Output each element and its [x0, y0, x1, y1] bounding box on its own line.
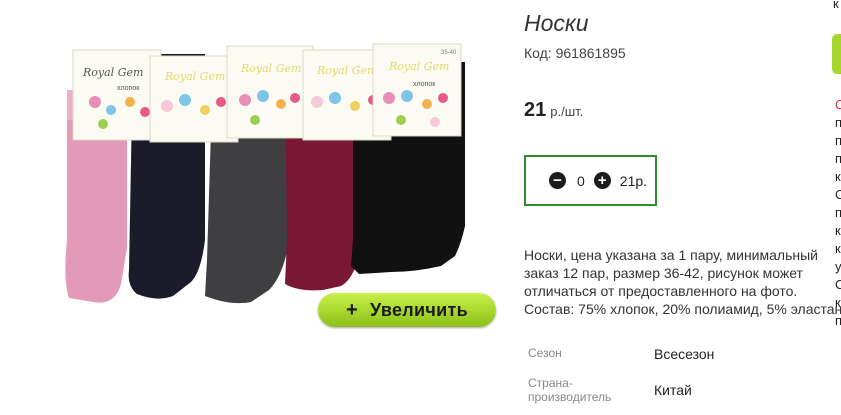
svg-text:Royal Gem: Royal Gem [240, 62, 301, 75]
svg-text:Royal Gem: Royal Gem [316, 64, 377, 77]
zoom-button[interactable]: + Увеличить [318, 293, 496, 327]
price-unit: р./шт. [550, 104, 584, 119]
product-image[interactable]: Royal Gem хлопок Royal Gem Royal Gem Roy… [55, 40, 485, 315]
plus-circle-icon[interactable]: + [593, 172, 611, 189]
attribute-row: Сезон Всесезон [524, 342, 714, 376]
attribute-value: Всесезон [654, 346, 715, 362]
product-code: Код: 961861895 [524, 45, 626, 61]
svg-text:35-40: 35-40 [441, 50, 457, 56]
quantity-sum: 21р. [619, 172, 648, 189]
product-code-label: Код: [524, 45, 552, 61]
product-code-value: 961861895 [555, 45, 626, 61]
right-column-text: С п п п к С п к к у С к п [835, 97, 841, 328]
attribute-key: Страна- производитель [528, 376, 612, 404]
attribute-key: Сезон [528, 346, 562, 360]
minus-circle-icon[interactable]: − [549, 172, 566, 189]
svg-text:хлопок: хлопок [413, 81, 436, 88]
svg-text:Royal Gem: Royal Gem [164, 70, 225, 83]
svg-text:Royal Gem: Royal Gem [388, 60, 449, 73]
svg-text:хлопок: хлопок [117, 85, 140, 92]
attribute-row: Страна- производитель Китай [524, 376, 714, 404]
zoom-button-label: Увеличить [370, 299, 468, 320]
product-attributes: Сезон Всесезон Страна- производитель Кит… [524, 342, 714, 404]
brand-text: Royal Gem [82, 66, 143, 79]
price-value: 21 [524, 99, 547, 121]
right-column-fragment: к [833, 0, 839, 11]
quantity-value[interactable]: 0 [577, 173, 585, 189]
product-title: Носки [524, 10, 589, 36]
quantity-stepper: − 0 + 21р. [524, 155, 657, 206]
right-column-button[interactable] [832, 34, 841, 74]
product-price: 21 р./шт. [524, 99, 583, 122]
label-card: Royal Gem хлопок [72, 49, 162, 141]
product-description: Носки, цена указана за 1 пару, минимальн… [524, 247, 841, 317]
attribute-value: Китай [654, 382, 692, 398]
plus-icon: + [346, 298, 359, 321]
